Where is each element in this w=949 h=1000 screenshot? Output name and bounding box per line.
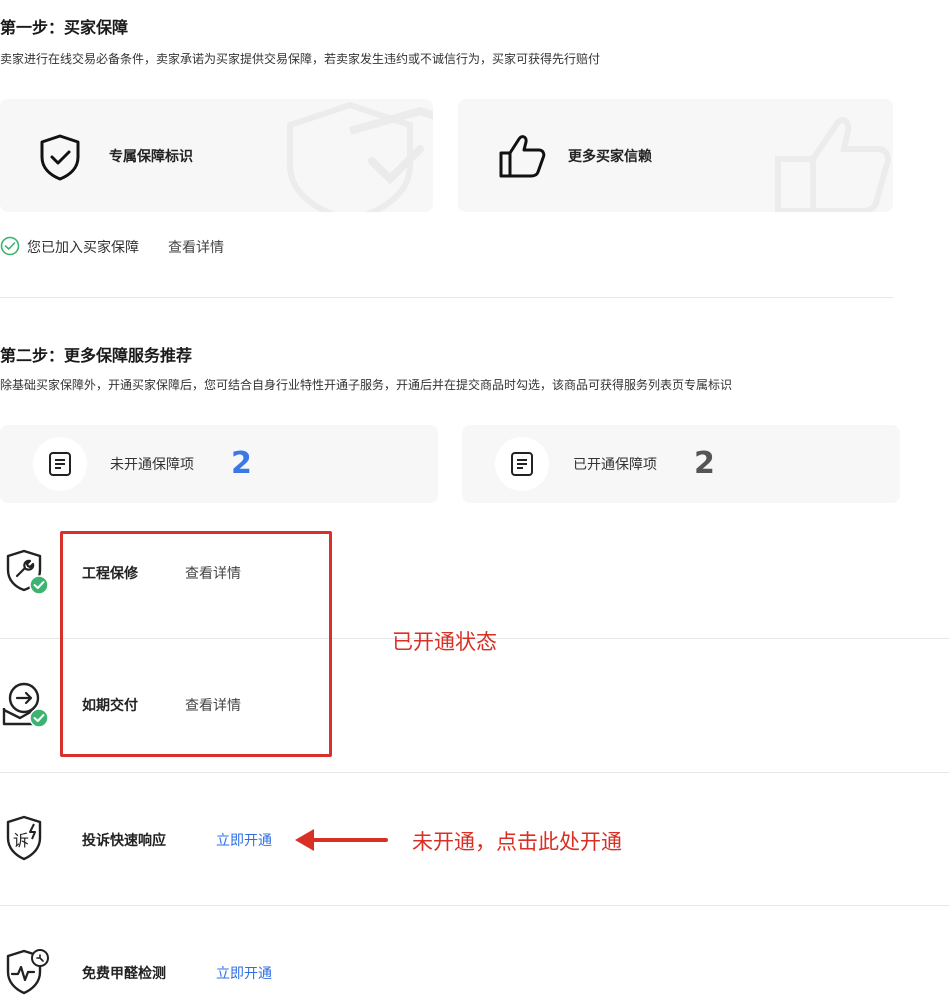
buyer-protection-detail-link[interactable]: 查看详情 [168, 237, 224, 257]
step1-description: 卖家进行在线交易必备条件，卖家承诺为买家提供交易保障，若卖家发生违约或不诚信行为… [0, 52, 601, 66]
thumbs-up-watermark-icon [775, 117, 891, 212]
document-icon-wrap [495, 437, 549, 491]
annotation-enabled-state: 已开通状态 [392, 630, 497, 654]
stat-card-enabled[interactable]: 已开通保障项 2 [462, 425, 900, 503]
wrench-shield-icon [6, 549, 49, 595]
annotation-not-enabled-hint: 未开通，点击此处开通 [412, 830, 622, 854]
formaldehyde-shield-icon [6, 949, 49, 995]
service-name-free-formaldehyde-test: 免费甲醛检测 [82, 966, 166, 982]
row-divider [0, 905, 949, 906]
section-divider [0, 297, 893, 298]
stat-label-enabled: 已开通保障项 [573, 457, 657, 473]
card-label-buyer-trust: 更多买家信赖 [568, 149, 652, 165]
check-circle-icon [0, 236, 20, 256]
stat-label-not-enabled: 未开通保障项 [110, 457, 194, 473]
delivery-envelope-icon [2, 682, 49, 728]
enable-now-link-free-formaldehyde-test[interactable]: 立即开通 [216, 963, 272, 983]
document-icon-wrap [33, 437, 87, 491]
step2-title: 第二步：更多保障服务推荐 [0, 346, 193, 365]
stat-count-enabled: 2 [694, 446, 715, 481]
service-name-fast-complaint-response: 投诉快速响应 [82, 833, 166, 849]
document-icon [511, 452, 533, 476]
document-icon [49, 452, 71, 476]
enable-now-link-fast-complaint-response[interactable]: 立即开通 [216, 830, 272, 850]
step2-description: 除基础买家保障外，开通买家保障后，您可结合自身行业特性开通子服务，开通后并在提交… [0, 378, 733, 392]
buyer-trust-card: 更多买家信赖 [458, 99, 893, 212]
exclusive-badge-card: 专属保障标识 [0, 99, 433, 212]
stat-count-not-enabled: 2 [231, 446, 252, 481]
shield-check-icon [40, 134, 80, 181]
stat-card-not-enabled[interactable]: 未开通保障项 2 [0, 425, 438, 503]
thumbs-up-icon [499, 135, 546, 178]
row-divider [0, 772, 949, 773]
arrow-left-icon [295, 829, 388, 851]
step1-title: 第一步：买家保障 [0, 18, 129, 37]
shield-watermark-icon [287, 101, 433, 212]
enabled-highlight-box [60, 531, 332, 757]
card-label-exclusive-badge: 专属保障标识 [109, 149, 193, 165]
buyer-protection-status: 您已加入买家保障 [27, 240, 139, 256]
complaint-shield-icon: 诉 [6, 815, 42, 861]
svg-text:诉: 诉 [13, 831, 29, 850]
